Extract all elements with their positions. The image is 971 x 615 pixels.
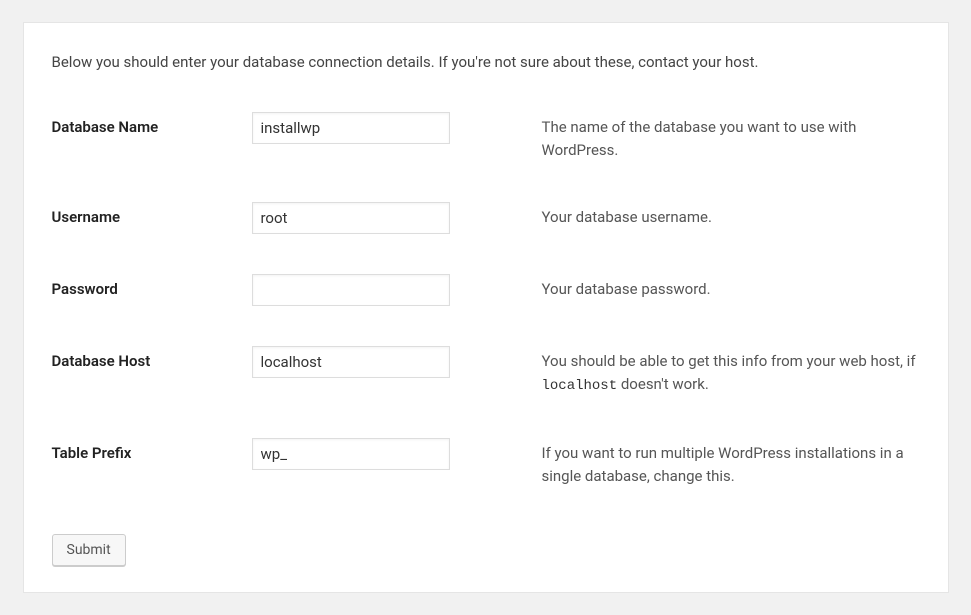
desc-dbhost: You should be able to get this info from…: [542, 338, 920, 430]
desc-dbname: The name of the database you want to use…: [542, 104, 920, 195]
intro-text: Below you should enter your database con…: [52, 51, 920, 74]
setup-form-container: Below you should enter your database con…: [23, 22, 949, 593]
input-dbname[interactable]: [252, 112, 450, 144]
input-password[interactable]: [252, 274, 450, 306]
label-password: Password: [52, 266, 252, 338]
row-dbname: Database Name The name of the database y…: [52, 104, 920, 195]
input-prefix[interactable]: [252, 438, 450, 470]
label-dbname: Database Name: [52, 104, 252, 195]
submit-row: Submit: [52, 534, 920, 566]
input-dbhost[interactable]: [252, 346, 450, 378]
code-localhost: localhost: [542, 378, 618, 394]
submit-button[interactable]: Submit: [52, 534, 126, 566]
row-password: Password Your database password.: [52, 266, 920, 338]
label-prefix: Table Prefix: [52, 430, 252, 521]
row-dbhost: Database Host You should be able to get …: [52, 338, 920, 430]
row-username: Username Your database username.: [52, 194, 920, 266]
desc-password: Your database password.: [542, 266, 920, 338]
desc-prefix: If you want to run multiple WordPress in…: [542, 430, 920, 521]
label-dbhost: Database Host: [52, 338, 252, 430]
db-settings-table: Database Name The name of the database y…: [52, 104, 920, 521]
label-username: Username: [52, 194, 252, 266]
row-prefix: Table Prefix If you want to run multiple…: [52, 430, 920, 521]
input-username[interactable]: [252, 202, 450, 234]
desc-username: Your database username.: [542, 194, 920, 266]
